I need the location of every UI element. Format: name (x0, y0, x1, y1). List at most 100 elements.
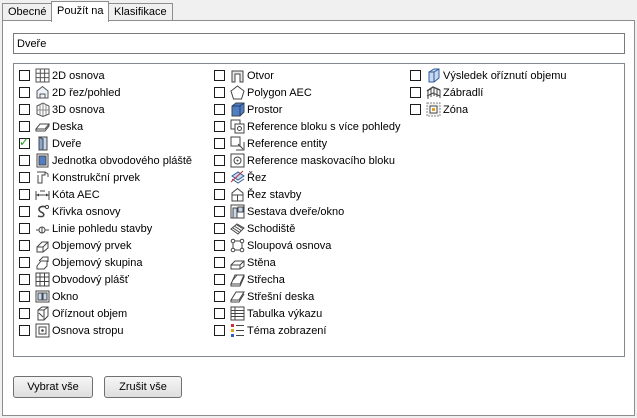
object-type-column: 2D osnova 2D řez/pohled 3D osnova Deska Dveř… (19, 67, 192, 339)
object-type-item[interactable]: Dveře (19, 135, 192, 152)
object-type-checkbox[interactable] (19, 189, 30, 200)
object-type-checkbox[interactable] (214, 87, 225, 98)
object-type-item[interactable]: Sestava dveře/okno (214, 203, 400, 220)
object-type-label: Schodiště (247, 222, 296, 235)
object-type-item[interactable]: Kóta AEC (19, 186, 192, 203)
object-type-item[interactable]: Polygon AEC (214, 84, 400, 101)
object-type-item[interactable]: 2D osnova (19, 67, 192, 84)
object-type-checkbox[interactable] (410, 87, 421, 98)
object-type-label: Zábradlí (443, 86, 484, 99)
object-type-item[interactable]: Obvodový plášť (19, 271, 192, 288)
object-type-label: Řez (247, 171, 267, 184)
object-type-checkbox[interactable] (19, 206, 30, 217)
object-type-item[interactable]: Tabulka výkazu (214, 305, 400, 322)
object-type-checkbox[interactable] (214, 155, 225, 166)
style-name-input[interactable] (13, 33, 625, 54)
object-type-item[interactable]: Okno (19, 288, 192, 305)
object-type-checkbox[interactable] (19, 87, 30, 98)
object-type-checkbox[interactable] (19, 274, 30, 285)
object-type-item[interactable]: Řez (214, 169, 400, 186)
object-type-checkbox[interactable] (214, 291, 225, 302)
object-type-item[interactable]: Výsledek oříznutí objemu (410, 67, 567, 84)
object-type-checkbox[interactable] (19, 155, 30, 166)
object-type-checkbox[interactable] (19, 291, 30, 302)
object-type-checkbox[interactable] (214, 104, 225, 115)
object-type-checkbox[interactable] (214, 240, 225, 251)
object-type-checkbox[interactable] (214, 70, 225, 81)
building-view-line-icon (35, 221, 50, 236)
object-type-item[interactable]: Střecha (214, 271, 400, 288)
object-type-checkbox[interactable] (214, 189, 225, 200)
object-type-checkbox[interactable] (214, 172, 225, 183)
object-type-checkbox[interactable] (19, 172, 30, 183)
object-type-item[interactable]: Sloupová osnova (214, 237, 400, 254)
zone-icon (426, 102, 441, 117)
tab-classification[interactable]: Klasifikace (108, 3, 173, 21)
tab-label: Použít na (57, 5, 104, 17)
object-type-checkbox[interactable] (214, 274, 225, 285)
object-type-checkbox[interactable] (214, 206, 225, 217)
object-type-label: Deska (52, 120, 84, 133)
object-type-item[interactable]: Objemový skupina (19, 254, 192, 271)
tab-apply-to[interactable]: Použít na (51, 1, 110, 22)
object-type-item[interactable]: Objemový prvek (19, 237, 192, 254)
object-type-item[interactable]: Stěna (214, 254, 400, 271)
object-type-item[interactable]: Otvor (214, 67, 400, 84)
object-type-item[interactable]: Konstrukční prvek (19, 169, 192, 186)
object-type-checkbox[interactable] (19, 223, 30, 234)
clear-all-button[interactable]: Zrušit vše (104, 376, 182, 398)
space-icon (230, 102, 245, 117)
object-type-item[interactable]: Zóna (410, 101, 567, 118)
object-type-item[interactable]: Oříznout objem (19, 305, 192, 322)
object-type-item[interactable]: Reference bloku s více pohledy (214, 118, 400, 135)
object-type-item[interactable]: Řez stavby (214, 186, 400, 203)
object-type-checkbox[interactable] (214, 325, 225, 336)
mask-block-icon (230, 153, 245, 168)
object-type-item[interactable]: Reference entity (214, 135, 400, 152)
object-type-checkbox[interactable] (19, 257, 30, 268)
object-type-checkbox[interactable] (214, 223, 225, 234)
object-type-label: 2D řez/pohled (52, 86, 121, 99)
object-type-label: Polygon AEC (247, 86, 312, 99)
object-type-list: 2D osnova 2D řez/pohled 3D osnova Deska Dveř… (13, 63, 625, 357)
tab-general[interactable]: Obecné (2, 3, 53, 21)
object-type-checkbox[interactable] (214, 308, 225, 319)
object-type-item[interactable]: 3D osnova (19, 101, 192, 118)
object-type-item[interactable]: Deska (19, 118, 192, 135)
window-icon (35, 289, 50, 304)
object-type-checkbox[interactable] (19, 240, 30, 251)
display-theme-icon (230, 323, 245, 338)
object-type-checkbox[interactable] (214, 138, 225, 149)
object-type-item[interactable]: Téma zobrazení (214, 322, 400, 339)
object-type-item[interactable]: Reference maskovacího bloku (214, 152, 400, 169)
object-type-checkbox[interactable] (214, 121, 225, 132)
roof-slab-icon (230, 289, 245, 304)
object-type-item[interactable]: Jednotka obvodového pláště (19, 152, 192, 169)
door-window-assembly-icon (230, 204, 245, 219)
railing-icon (426, 85, 441, 100)
object-type-checkbox[interactable] (410, 70, 421, 81)
select-all-button[interactable]: Vybrat vše (13, 376, 93, 398)
object-type-checkbox[interactable] (19, 325, 30, 336)
object-type-item[interactable]: Schodiště (214, 220, 400, 237)
object-type-label: Objemový skupina (52, 256, 143, 269)
object-type-item[interactable]: Zábradlí (410, 84, 567, 101)
object-type-checkbox[interactable] (214, 257, 225, 268)
object-type-item[interactable]: Střešní deska (214, 288, 400, 305)
schedule-table-icon (230, 306, 245, 321)
object-type-checkbox[interactable] (19, 104, 30, 115)
object-type-checkbox[interactable] (19, 308, 30, 319)
object-type-item[interactable]: Křivka osnovy (19, 203, 192, 220)
multi-view-block-icon (230, 119, 245, 134)
object-type-item[interactable]: Osnova stropu (19, 322, 192, 339)
object-type-label: Jednotka obvodového pláště (52, 154, 193, 167)
object-type-item[interactable]: Linie pohledu stavby (19, 220, 192, 237)
object-type-item[interactable]: 2D řez/pohled (19, 84, 192, 101)
object-type-checkbox[interactable] (19, 135, 30, 149)
object-type-item[interactable]: Prostor (214, 101, 400, 118)
object-type-label: Objemový prvek (52, 239, 132, 252)
object-type-checkbox[interactable] (19, 121, 30, 132)
object-type-checkbox[interactable] (19, 70, 30, 81)
door-icon (35, 136, 50, 151)
object-type-checkbox[interactable] (410, 104, 421, 115)
